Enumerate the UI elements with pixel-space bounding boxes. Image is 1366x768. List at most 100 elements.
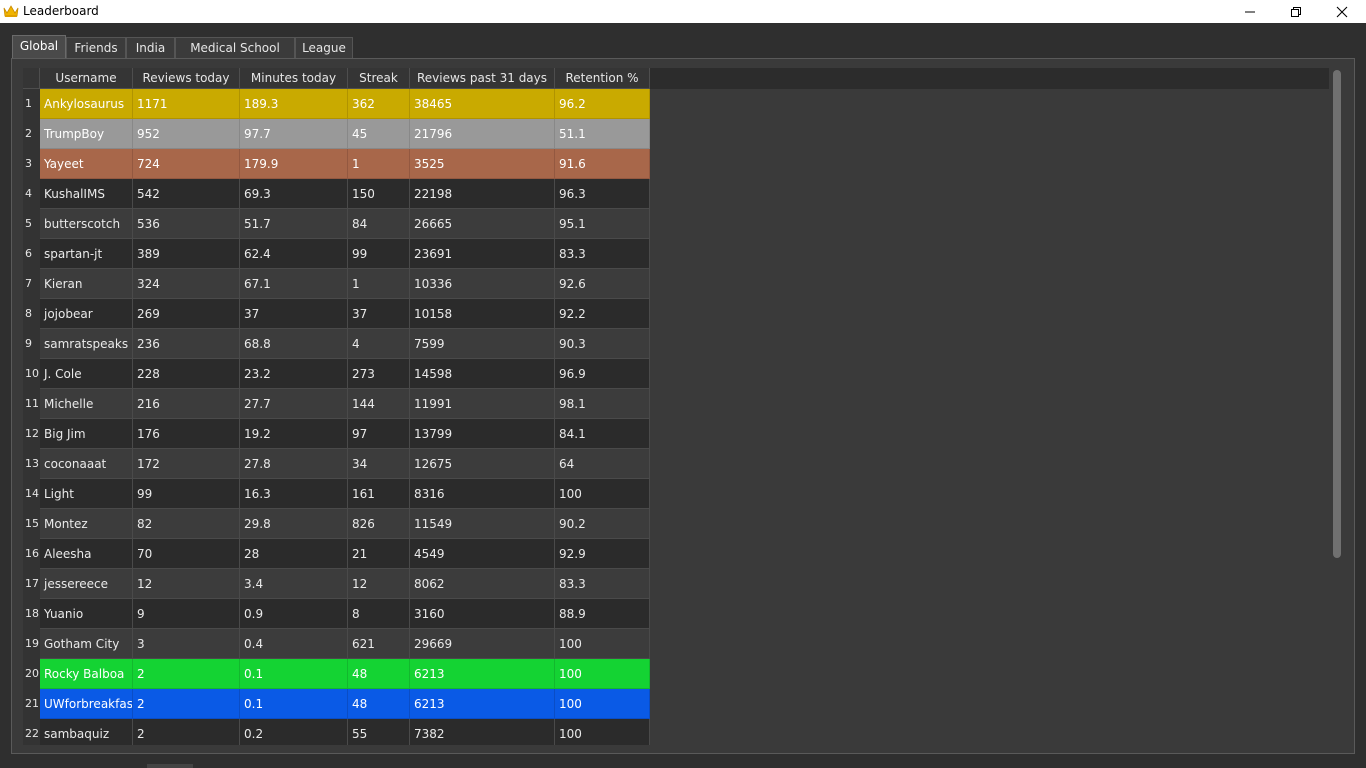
- cell-minutes-today[interactable]: 19.2: [240, 419, 348, 449]
- table-row[interactable]: 1 Ankylosaurus 1171 189.3 362 38465 96.2: [23, 89, 650, 119]
- cell-reviews-today[interactable]: 2: [133, 719, 240, 745]
- cell-streak[interactable]: 99: [348, 239, 410, 269]
- table-row[interactable]: 4 KushalIMS 542 69.3 150 22198 96.3: [23, 179, 650, 209]
- cell-minutes-today[interactable]: 29.8: [240, 509, 348, 539]
- cell-streak[interactable]: 34: [348, 449, 410, 479]
- cell-reviews-today[interactable]: 724: [133, 149, 240, 179]
- cell-reviews-past-31-days[interactable]: 22198: [410, 179, 555, 209]
- cell-username[interactable]: TrumpBoy: [40, 119, 133, 149]
- cell-reviews-past-31-days[interactable]: 11549: [410, 509, 555, 539]
- cell-username[interactable]: Aleesha: [40, 539, 133, 569]
- cell-username[interactable]: Montez: [40, 509, 133, 539]
- cell-reviews-today[interactable]: 2: [133, 659, 240, 689]
- cell-retention[interactable]: 96.3: [555, 179, 650, 209]
- header-reviews-past-31-days[interactable]: Reviews past 31 days: [410, 68, 555, 89]
- cell-minutes-today[interactable]: 51.7: [240, 209, 348, 239]
- cell-reviews-past-31-days[interactable]: 14598: [410, 359, 555, 389]
- table-row[interactable]: 19 Gotham City 3 0.4 621 29669 100: [23, 629, 650, 659]
- header-minutes-today[interactable]: Minutes today: [240, 68, 348, 89]
- cell-streak[interactable]: 21: [348, 539, 410, 569]
- cell-streak[interactable]: 621: [348, 629, 410, 659]
- cell-reviews-today[interactable]: 536: [133, 209, 240, 239]
- cell-reviews-past-31-days[interactable]: 26665: [410, 209, 555, 239]
- table-row[interactable]: 9 samratspeaks 236 68.8 4 7599 90.3: [23, 329, 650, 359]
- cell-reviews-past-31-days[interactable]: 10336: [410, 269, 555, 299]
- tab-medical-school-anki[interactable]: Medical School Anki: [175, 37, 295, 75]
- cell-minutes-today[interactable]: 67.1: [240, 269, 348, 299]
- leaderboard-table[interactable]: Username Reviews today Minutes today Str…: [23, 68, 1329, 745]
- header-streak[interactable]: Streak: [348, 68, 410, 89]
- cell-reviews-today[interactable]: 82: [133, 509, 240, 539]
- table-row[interactable]: 22 sambaquiz 2 0.2 55 7382 100: [23, 719, 650, 745]
- minimize-button[interactable]: [1227, 0, 1273, 23]
- cell-minutes-today[interactable]: 28: [240, 539, 348, 569]
- cell-username[interactable]: KushalIMS: [40, 179, 133, 209]
- table-row[interactable]: 3 Yayeet 724 179.9 1 3525 91.6: [23, 149, 650, 179]
- cell-minutes-today[interactable]: 0.2: [240, 719, 348, 745]
- cell-reviews-past-31-days[interactable]: 21796: [410, 119, 555, 149]
- cell-username[interactable]: Light: [40, 479, 133, 509]
- table-row[interactable]: 8 jojobear 269 37 37 10158 92.2: [23, 299, 650, 329]
- cell-retention[interactable]: 88.9: [555, 599, 650, 629]
- cell-minutes-today[interactable]: 68.8: [240, 329, 348, 359]
- cell-minutes-today[interactable]: 27.7: [240, 389, 348, 419]
- cell-retention[interactable]: 100: [555, 629, 650, 659]
- cell-reviews-today[interactable]: 324: [133, 269, 240, 299]
- cell-retention[interactable]: 100: [555, 689, 650, 719]
- cell-minutes-today[interactable]: 27.8: [240, 449, 348, 479]
- cell-reviews-today[interactable]: 12: [133, 569, 240, 599]
- cell-streak[interactable]: 826: [348, 509, 410, 539]
- header-reviews-today[interactable]: Reviews today: [133, 68, 240, 89]
- cell-reviews-past-31-days[interactable]: 13799: [410, 419, 555, 449]
- cell-retention[interactable]: 95.1: [555, 209, 650, 239]
- cell-streak[interactable]: 362: [348, 89, 410, 119]
- cell-streak[interactable]: 144: [348, 389, 410, 419]
- cell-reviews-past-31-days[interactable]: 29669: [410, 629, 555, 659]
- cell-streak[interactable]: 45: [348, 119, 410, 149]
- cell-username[interactable]: Rocky Balboa: [40, 659, 133, 689]
- cell-reviews-past-31-days[interactable]: 6213: [410, 659, 555, 689]
- cell-username[interactable]: spartan-jt: [40, 239, 133, 269]
- cell-minutes-today[interactable]: 0.1: [240, 689, 348, 719]
- cell-reviews-past-31-days[interactable]: 3160: [410, 599, 555, 629]
- cell-minutes-today[interactable]: 0.1: [240, 659, 348, 689]
- cell-streak[interactable]: 48: [348, 659, 410, 689]
- cell-minutes-today[interactable]: 97.7: [240, 119, 348, 149]
- table-row[interactable]: 15 Montez 82 29.8 826 11549 90.2: [23, 509, 650, 539]
- cell-retention[interactable]: 83.3: [555, 239, 650, 269]
- cell-retention[interactable]: 90.3: [555, 329, 650, 359]
- cell-minutes-today[interactable]: 16.3: [240, 479, 348, 509]
- cell-reviews-today[interactable]: 389: [133, 239, 240, 269]
- cell-username[interactable]: Big Jim: [40, 419, 133, 449]
- cell-retention[interactable]: 96.2: [555, 89, 650, 119]
- cell-reviews-today[interactable]: 542: [133, 179, 240, 209]
- cell-minutes-today[interactable]: 0.9: [240, 599, 348, 629]
- cell-reviews-today[interactable]: 9: [133, 599, 240, 629]
- cell-retention[interactable]: 92.2: [555, 299, 650, 329]
- cell-reviews-past-31-days[interactable]: 3525: [410, 149, 555, 179]
- tab-friends[interactable]: Friends: [66, 37, 126, 58]
- cell-reviews-past-31-days[interactable]: 8062: [410, 569, 555, 599]
- cell-retention[interactable]: 100: [555, 479, 650, 509]
- cell-username[interactable]: sambaquiz: [40, 719, 133, 745]
- table-row[interactable]: 17 jessereece 12 3.4 12 8062 83.3: [23, 569, 650, 599]
- cell-username[interactable]: UWforbreakfast: [40, 689, 133, 719]
- cell-reviews-past-31-days[interactable]: 7382: [410, 719, 555, 745]
- table-row[interactable]: 14 Light 99 16.3 161 8316 100: [23, 479, 650, 509]
- table-row[interactable]: 16 Aleesha 70 28 21 4549 92.9: [23, 539, 650, 569]
- cell-reviews-past-31-days[interactable]: 38465: [410, 89, 555, 119]
- cell-streak[interactable]: 273: [348, 359, 410, 389]
- table-row[interactable]: 10 J. Cole 228 23.2 273 14598 96.9: [23, 359, 650, 389]
- cell-username[interactable]: Yayeet: [40, 149, 133, 179]
- cell-username[interactable]: jessereece: [40, 569, 133, 599]
- cell-retention[interactable]: 64: [555, 449, 650, 479]
- cell-reviews-today[interactable]: 1171: [133, 89, 240, 119]
- cell-reviews-today[interactable]: 3: [133, 629, 240, 659]
- cell-reviews-today[interactable]: 216: [133, 389, 240, 419]
- cell-streak[interactable]: 161: [348, 479, 410, 509]
- table-row[interactable]: 6 spartan-jt 389 62.4 99 23691 83.3: [23, 239, 650, 269]
- tab-india[interactable]: India: [126, 37, 175, 58]
- cell-reviews-today[interactable]: 228: [133, 359, 240, 389]
- cell-reviews-past-31-days[interactable]: 23691: [410, 239, 555, 269]
- table-row[interactable]: 20 Rocky Balboa 2 0.1 48 6213 100: [23, 659, 650, 689]
